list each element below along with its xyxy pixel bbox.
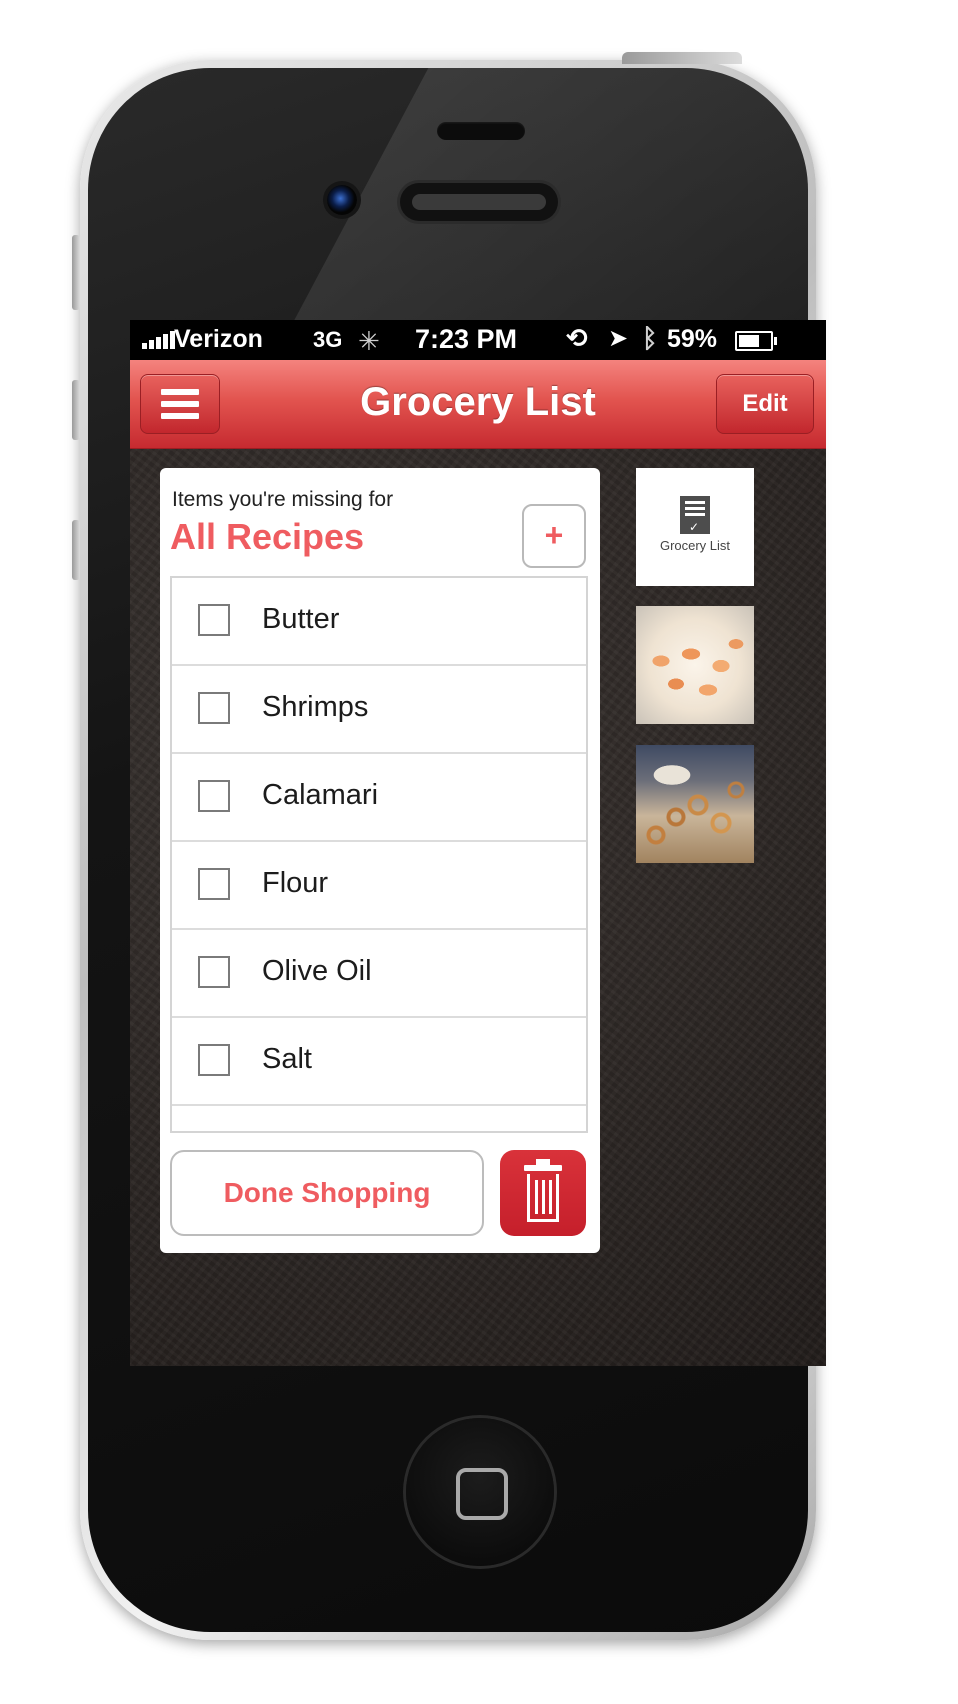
carrier-name: Verizon xyxy=(174,325,263,353)
location-arrow-icon: ➤ xyxy=(608,325,629,352)
signal-icon xyxy=(142,329,175,349)
shrimp-recipe-thumbnail[interactable] xyxy=(636,606,754,724)
item-checkbox[interactable] xyxy=(198,956,230,988)
item-label: Salt xyxy=(262,1043,312,1075)
navigation-bar: Grocery List Edit xyxy=(130,360,826,449)
list-item[interactable]: Shrimps xyxy=(172,666,586,754)
list-item[interactable]: Calamari xyxy=(172,754,586,842)
add-item-button[interactable]: + xyxy=(522,504,586,568)
item-label: Flour xyxy=(262,867,329,899)
bluetooth-icon: ᛒ xyxy=(642,323,658,353)
card-subtitle: Items you're missing for xyxy=(172,488,394,511)
mute-switch xyxy=(72,235,80,310)
edit-button[interactable]: Edit xyxy=(716,374,814,434)
battery-fill xyxy=(739,335,760,347)
calamari-recipe-thumbnail[interactable] xyxy=(636,745,754,863)
thumbnail-label: Grocery List xyxy=(659,538,731,553)
clock: 7:23 PM xyxy=(415,324,518,354)
volume-up-button xyxy=(72,380,80,440)
network-type: 3G xyxy=(313,327,343,352)
grocery-card: Items you're missing for All Recipes + B… xyxy=(160,468,600,1253)
list-item[interactable]: Salt xyxy=(172,1018,586,1106)
item-checkbox[interactable] xyxy=(198,780,230,812)
item-label: Shrimps xyxy=(262,691,369,723)
item-checkbox[interactable] xyxy=(198,868,230,900)
grocery-list-thumbnail[interactable]: ✓ Grocery List xyxy=(636,468,754,586)
grocery-list[interactable]: Butter Shrimps Calamari Flour Olive Oil … xyxy=(170,576,588,1133)
battery-icon xyxy=(735,331,777,351)
card-title: All Recipes xyxy=(170,516,365,557)
done-shopping-button[interactable]: Done Shopping xyxy=(170,1150,484,1236)
item-label: Olive Oil xyxy=(262,955,372,987)
activity-spinner-icon: ✳ xyxy=(358,326,380,356)
earpiece-speaker xyxy=(400,183,558,221)
list-item[interactable]: Flour xyxy=(172,842,586,930)
sensor-slot xyxy=(437,122,525,140)
volume-down-button xyxy=(72,520,80,580)
battery-percent: 59% xyxy=(667,325,718,353)
item-label: Butter xyxy=(262,603,340,635)
item-checkbox[interactable] xyxy=(198,692,230,724)
power-button xyxy=(622,52,742,64)
item-label: Calamari xyxy=(262,779,379,811)
home-square-icon xyxy=(456,1468,508,1520)
front-camera xyxy=(327,185,357,215)
home-button[interactable] xyxy=(406,1418,554,1566)
rotation-lock-icon: ⟲ xyxy=(566,323,588,353)
document-check-icon: ✓ xyxy=(680,496,710,534)
list-item[interactable]: Olive Oil xyxy=(172,930,586,1018)
item-checkbox[interactable] xyxy=(198,604,230,636)
app-screen: Verizon 3G ✳ 7:23 PM ⟲ ➤ ᛒ 59% Grocery L… xyxy=(130,320,826,1366)
list-item[interactable]: Butter xyxy=(172,578,586,666)
status-bar: Verizon 3G ✳ 7:23 PM ⟲ ➤ ᛒ 59% xyxy=(130,320,826,360)
delete-button[interactable] xyxy=(500,1150,586,1236)
item-checkbox[interactable] xyxy=(198,1044,230,1076)
